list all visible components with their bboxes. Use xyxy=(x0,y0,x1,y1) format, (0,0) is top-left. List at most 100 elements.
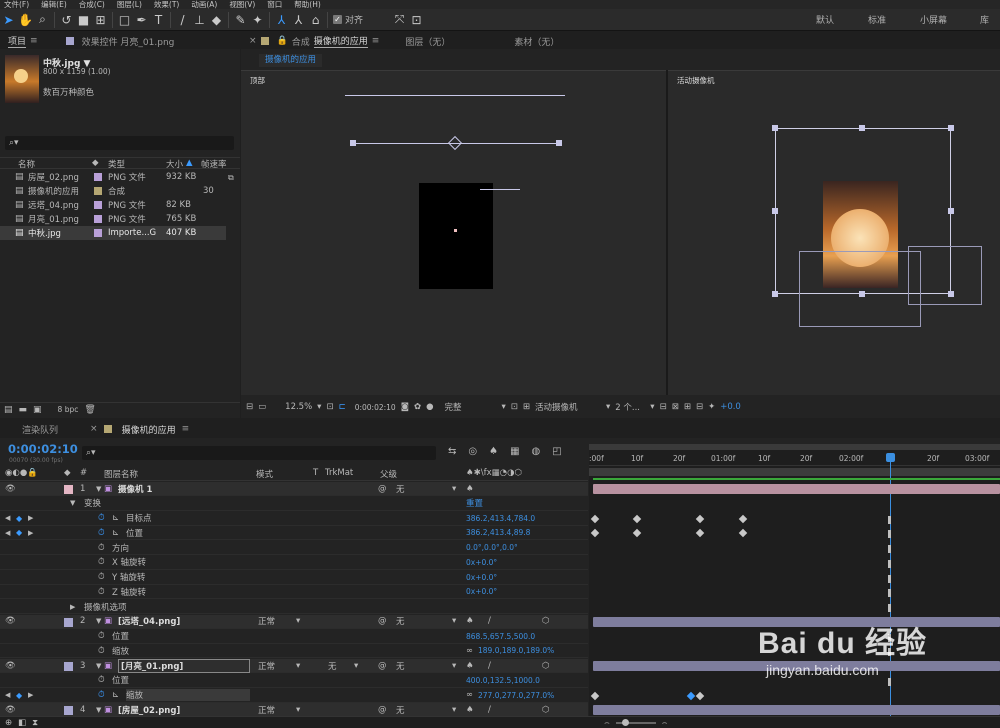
fit-icon[interactable]: ⊡ xyxy=(326,402,333,412)
menu-icon[interactable]: ≡ xyxy=(182,424,190,434)
keyframe-marker[interactable] xyxy=(888,677,891,686)
toggle-icon[interactable]: ⊟ xyxy=(660,402,667,412)
3d-layer-icon[interactable]: ⬡ xyxy=(542,705,549,715)
rotate-tool-icon[interactable]: ↺ xyxy=(58,11,75,29)
grid-icon[interactable]: ⊠ xyxy=(672,402,679,412)
zoom-tool-icon[interactable]: ⌕ xyxy=(34,11,51,29)
resolution-select[interactable]: 完整 xyxy=(444,401,496,413)
menu-effect[interactable]: 效果(T) xyxy=(154,0,179,9)
layer-duration-bar[interactable] xyxy=(593,484,1000,494)
stopwatch-icon[interactable]: ⏱ xyxy=(98,543,105,553)
exposure-value[interactable]: +0.0 xyxy=(720,402,741,412)
property-row[interactable]: ⏱ 位置 868.5,657.5,500.0 xyxy=(0,630,588,644)
roto-brush-tool-icon[interactable]: ✎ xyxy=(232,11,249,29)
keyframe-marker[interactable] xyxy=(590,691,600,700)
keyframe-nav-icon[interactable]: ◀ xyxy=(5,514,10,522)
property-value[interactable]: 0x+0.0° xyxy=(466,573,497,582)
pickwhip-icon[interactable]: @ xyxy=(378,484,387,494)
timecode-display[interactable]: 0:00:02:10 xyxy=(8,442,78,456)
zoom-slider[interactable] xyxy=(615,718,656,726)
property-row[interactable]: ⏱ Z 轴旋转 0x+0.0° xyxy=(0,585,588,600)
expand-arrow-icon[interactable]: ▼ xyxy=(70,499,75,507)
stopwatch-icon[interactable]: ⏱ xyxy=(98,690,105,700)
constrain-proportions-icon[interactable]: ∞ xyxy=(466,690,473,700)
property-row[interactable]: ⏱ 方向 0.0°,0.0°,0.0° xyxy=(0,541,588,555)
snap-grid-icon[interactable]: ⊡ xyxy=(408,11,425,29)
graph-editor-icon[interactable]: ◰ xyxy=(552,446,561,457)
time-ruler[interactable]: :00f 10f 20f 01:00f 10f 20f 02:00f 20f 03:00f xyxy=(589,453,1000,466)
label-swatch[interactable] xyxy=(64,706,73,716)
keyframe-marker[interactable] xyxy=(738,529,748,538)
keyframe-marker[interactable] xyxy=(888,559,891,568)
monitor-icon[interactable]: ▭ xyxy=(258,402,266,412)
bpc-label[interactable]: 8 bpc xyxy=(58,405,79,414)
label-column-icon[interactable]: ◆ xyxy=(92,158,99,168)
top-view[interactable]: 顶部 xyxy=(241,70,666,395)
keyframe-marker[interactable] xyxy=(738,514,748,523)
timeline-graph-area[interactable]: :00f 10f 20f 01:00f 10f 20f 02:00f 20f 03:00f xyxy=(589,444,1000,728)
timeline-comp-tab[interactable]: 摄像机的应用 xyxy=(122,423,176,436)
shy-switch-icon[interactable]: ♠ xyxy=(466,661,474,671)
stopwatch-icon[interactable]: ⏱ xyxy=(98,528,105,538)
graph-icon[interactable]: ⊾ xyxy=(112,528,119,538)
column-size[interactable]: 大小 xyxy=(166,158,183,170)
project-item[interactable]: ▤ 月亮_01.png PNG 文件 765 KB xyxy=(0,212,226,226)
expand-arrow-icon[interactable]: ▼ xyxy=(96,617,101,625)
column-type[interactable]: 类型 xyxy=(108,158,125,170)
workspace-library[interactable]: 库 xyxy=(980,13,989,26)
3d-layer-icon[interactable]: ⬡ xyxy=(542,616,549,626)
layer-plane[interactable] xyxy=(419,183,493,289)
close-icon[interactable]: × xyxy=(249,36,257,46)
world-axis-icon[interactable]: ⅄ xyxy=(290,11,307,29)
comp-menu-icon[interactable]: ≡ xyxy=(372,36,380,46)
graph-icon[interactable]: ⊾ xyxy=(112,513,119,523)
stopwatch-icon[interactable]: ⏱ xyxy=(98,557,105,567)
flowchart-icon[interactable]: ⧉ xyxy=(228,173,234,183)
layer-name[interactable]: [月亮_01.png] xyxy=(118,658,250,673)
camera-target-icon[interactable] xyxy=(447,135,463,151)
visibility-eye-icon[interactable]: 👁 xyxy=(5,616,16,626)
menu-file[interactable]: 文件(F) xyxy=(4,0,29,9)
pickwhip-icon[interactable]: @ xyxy=(378,616,387,626)
shy-icon[interactable]: ♠ xyxy=(489,446,498,457)
toggle-switches-icon[interactable]: ⊕ xyxy=(5,718,12,728)
property-row[interactable]: ⏱ Y 轴旋转 0x+0.0° xyxy=(0,571,588,585)
layer-tab[interactable]: 图层（无） xyxy=(405,35,450,48)
type-tool-icon[interactable]: T xyxy=(150,11,167,29)
stopwatch-icon[interactable]: ⏱ xyxy=(98,675,105,685)
zoom-out-icon[interactable]: ⌢ xyxy=(604,718,610,728)
shy-switch-icon[interactable]: ♠ xyxy=(466,616,474,626)
views-select[interactable]: 2 个... xyxy=(615,401,645,413)
quality-switch-icon[interactable]: / xyxy=(488,616,491,626)
parent-select[interactable]: 无 xyxy=(396,483,405,495)
keyframe-marker[interactable] xyxy=(888,545,891,553)
interpret-footage-icon[interactable]: ▤ xyxy=(4,405,13,415)
graph-icon[interactable]: ⊾ xyxy=(112,690,119,700)
visibility-eye-icon[interactable]: 👁 xyxy=(5,705,16,715)
footage-tab[interactable]: 素材（无） xyxy=(514,35,559,48)
workspace-standard[interactable]: 标准 xyxy=(868,13,886,26)
snap-option-icon[interactable]: ⤧ xyxy=(391,11,408,29)
project-item[interactable]: ▤ 远塔_04.png PNG 文件 82 KB xyxy=(0,198,226,212)
parent-header[interactable]: 父级 xyxy=(380,468,397,480)
property-value[interactable]: 400.0,132.5,1000.0 xyxy=(466,676,540,685)
layer-row[interactable]: 👁 3 ▼ ▣ [月亮_01.png] 正常 ▾ 无 ▾ @ 无 ▾ ♠ / ⬡ xyxy=(0,658,588,673)
menu-view[interactable]: 视图(V) xyxy=(229,0,255,9)
keyframe-marker[interactable] xyxy=(695,691,705,700)
3d-layer-icon[interactable]: ⬡ xyxy=(542,661,549,671)
pan-behind-tool-icon[interactable]: ⊞ xyxy=(92,11,109,29)
hand-tool-icon[interactable]: ✋ xyxy=(17,11,34,29)
t-header[interactable]: T xyxy=(313,468,318,478)
shy-switch-icon[interactable]: ♠ xyxy=(466,484,474,494)
zoom-in-icon[interactable]: ⌢ xyxy=(662,718,668,728)
label-swatch[interactable] xyxy=(64,485,73,494)
current-time[interactable]: 0:00:02:10 xyxy=(355,403,396,412)
parent-select[interactable]: 无 xyxy=(396,660,405,672)
menu-animation[interactable]: 动画(A) xyxy=(191,0,217,9)
keyframe-marker[interactable] xyxy=(686,691,696,700)
keyframe-nav-icon[interactable]: ◀ xyxy=(5,529,10,537)
motion-blur-icon[interactable]: ◍ xyxy=(532,446,541,457)
keyframe-nav-icon[interactable]: ◀ xyxy=(5,691,10,699)
keyframe-marker[interactable] xyxy=(888,589,891,598)
property-row[interactable]: ⏱ X 轴旋转 0x+0.0° xyxy=(0,556,588,570)
